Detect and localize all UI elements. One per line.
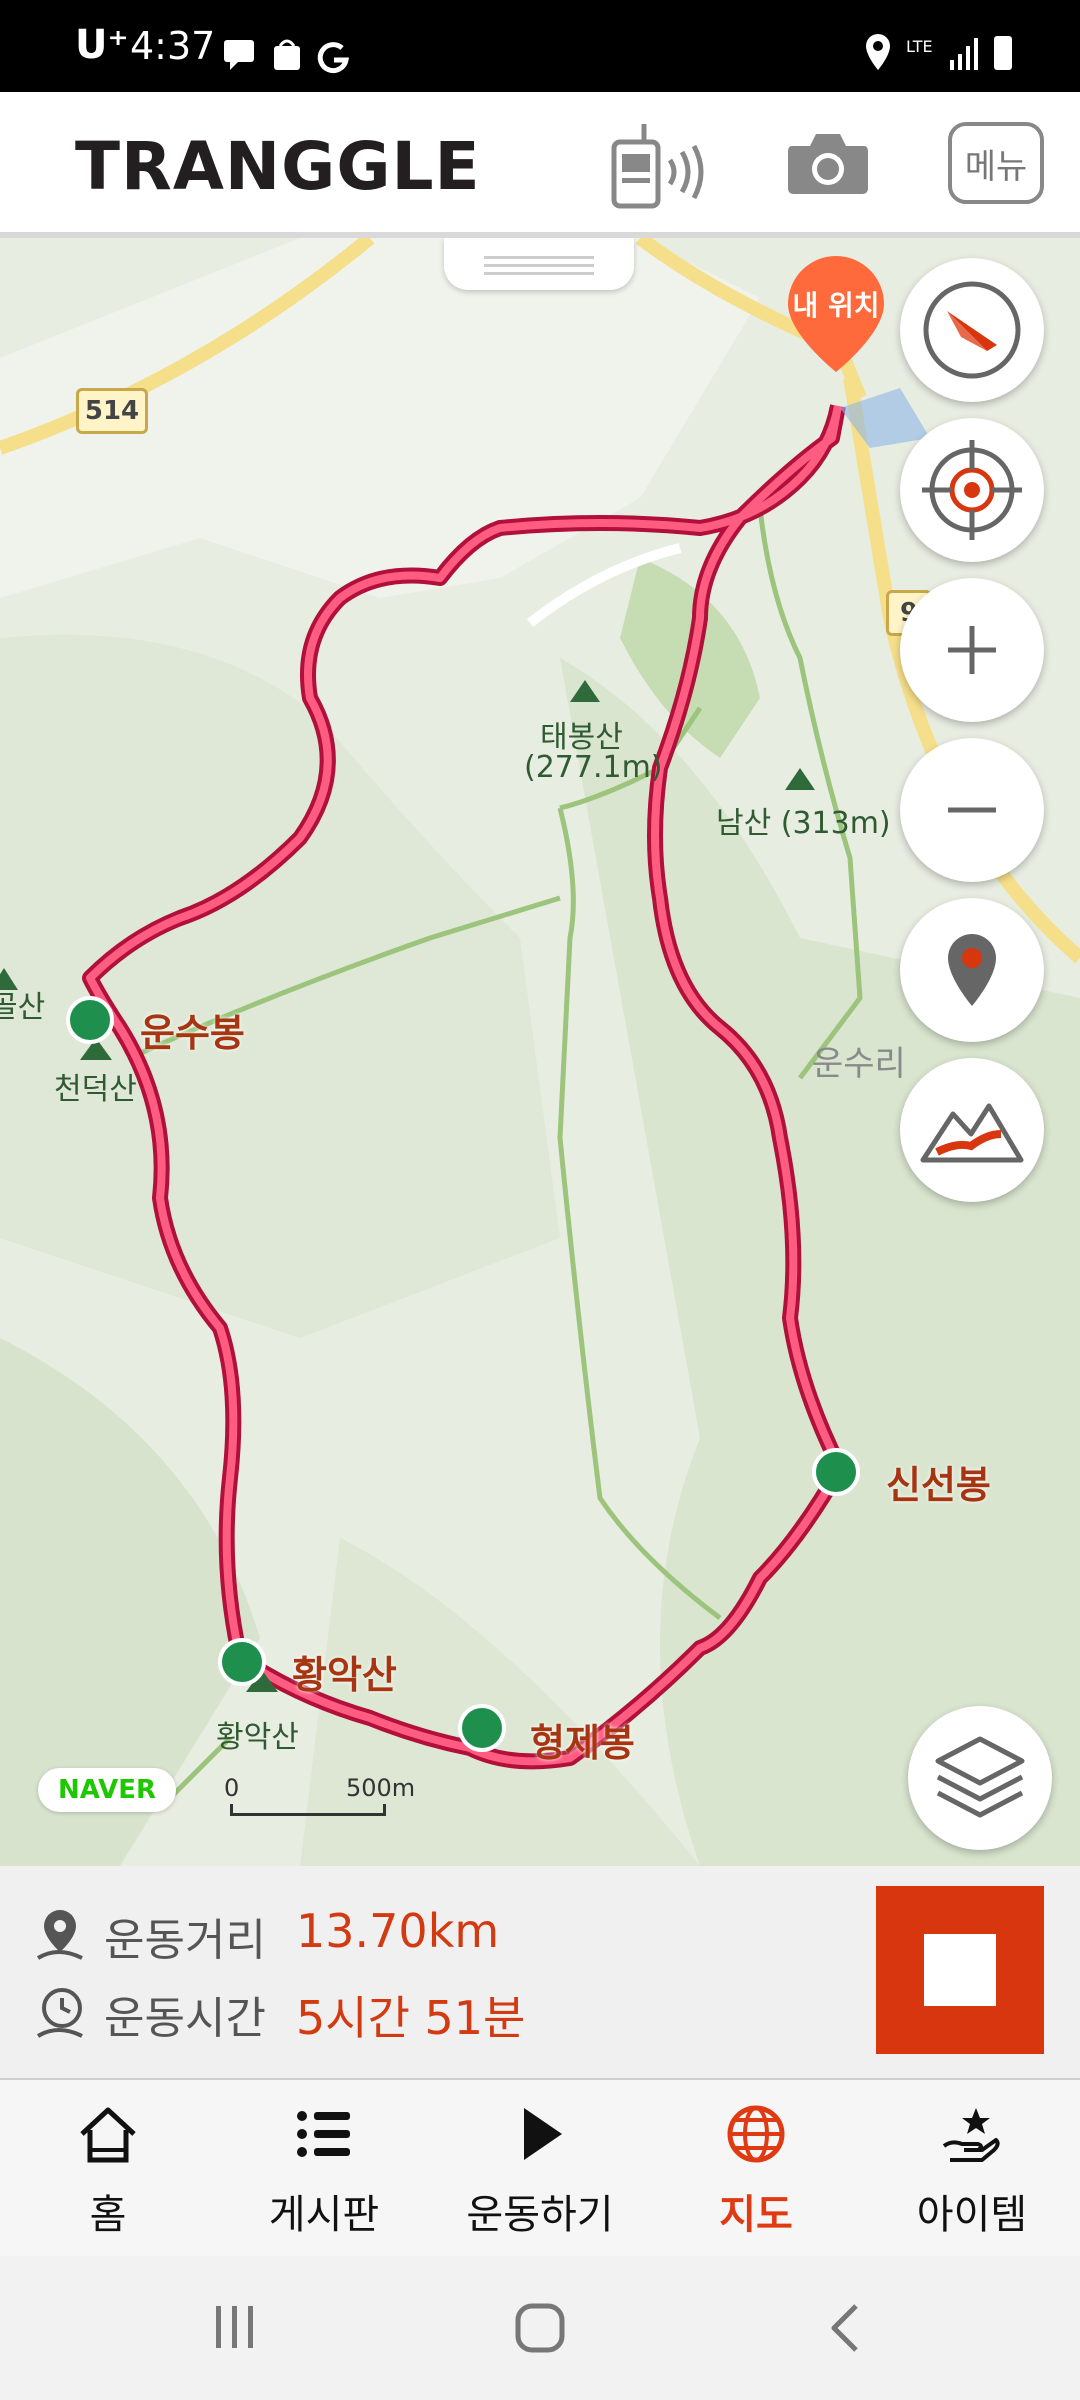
tab-label: 지도 xyxy=(719,2192,793,2238)
minus-icon xyxy=(948,807,996,813)
carrier-label: U⁺ xyxy=(75,22,129,68)
stop-button[interactable] xyxy=(876,1886,1044,2054)
app-header: TRANGGLE 메뉴 xyxy=(0,92,1080,238)
distance-route-icon xyxy=(36,1910,83,1960)
camera-icon[interactable] xyxy=(786,126,870,198)
peak-marker-icon[interactable] xyxy=(458,1704,506,1752)
track-location-button[interactable] xyxy=(900,418,1044,562)
place-label: 천덕산 xyxy=(54,1072,137,1107)
scale-bar xyxy=(230,1804,386,1816)
road-shield-514: 514 xyxy=(76,388,148,434)
distance-value: 13.70km xyxy=(296,1904,500,1958)
workout-stats-panel: 운동거리 13.70km 운동시간 5시간 51분 xyxy=(0,1866,1080,2080)
compass-button[interactable] xyxy=(900,258,1044,402)
system-nav-bar xyxy=(0,2256,1080,2400)
zoom-in-button[interactable] xyxy=(900,578,1044,722)
tab-label: 운동하기 xyxy=(466,2192,614,2238)
map-view[interactable]: 514 9 내 위치 태봉산 (277.1m) 남산 (313m) 천덕산 골산… xyxy=(0,238,1080,1866)
waypoint-button[interactable] xyxy=(900,898,1044,1042)
stop-icon xyxy=(924,1934,996,2006)
place-label: 운수리 xyxy=(812,1044,906,1084)
zoom-out-button[interactable] xyxy=(900,738,1044,882)
tab-label: 게시판 xyxy=(268,2192,380,2238)
bottom-tab-bar: 홈 게시판 운동하기 지도 아이템 xyxy=(0,2080,1080,2256)
item-hand-icon xyxy=(942,2108,1000,2162)
svg-text:LTE: LTE xyxy=(906,37,933,56)
plus-icon xyxy=(948,626,996,674)
peak-label: 신선봉 xyxy=(886,1463,991,1507)
status-bar: U⁺ 4:37 LTE xyxy=(0,0,1080,92)
scale-start-label: 0 xyxy=(224,1774,240,1802)
place-label: 황악산 xyxy=(216,1720,299,1755)
tab-items[interactable]: 아이템 xyxy=(864,2080,1080,2256)
tab-label: 홈 xyxy=(89,2192,127,2238)
distance-label: 운동거리 xyxy=(104,1915,266,1966)
elevation-profile-button[interactable] xyxy=(900,1058,1044,1202)
recent-apps-icon[interactable] xyxy=(210,2302,260,2352)
back-icon[interactable] xyxy=(826,2302,866,2354)
status-time: 4:37 xyxy=(130,24,216,68)
tab-workout[interactable]: 운동하기 xyxy=(432,2080,648,2256)
crosshair-icon xyxy=(922,440,1022,540)
play-icon xyxy=(524,2108,562,2160)
notification-icons xyxy=(224,39,350,74)
peak-label: 운수봉 xyxy=(140,1011,245,1055)
scale-end-label: 500m xyxy=(346,1774,416,1802)
tab-home[interactable]: 홈 xyxy=(0,2080,216,2256)
home-nav-icon[interactable] xyxy=(514,2302,566,2354)
map-layers-button[interactable] xyxy=(908,1706,1052,1850)
menu-button[interactable]: 메뉴 xyxy=(948,122,1044,204)
time-label: 운동시간 xyxy=(104,1993,266,2044)
mountain-graph-icon xyxy=(920,1103,1024,1163)
compass-icon xyxy=(923,281,1021,379)
my-location-label: 내 위치 xyxy=(792,289,880,322)
tab-map[interactable]: 지도 xyxy=(648,2080,864,2256)
app-logo: TRANGGLE xyxy=(75,128,481,205)
map-drag-handle[interactable] xyxy=(444,238,634,290)
place-label: 골산 xyxy=(0,990,46,1025)
time-value: 5시간 51분 xyxy=(296,1991,526,2045)
tab-label: 아이템 xyxy=(916,2192,1028,2238)
home-icon xyxy=(80,2107,136,2163)
peak-marker-icon[interactable] xyxy=(218,1638,266,1686)
system-status-icons: LTE xyxy=(866,34,1012,70)
location-pin-icon xyxy=(948,934,996,1006)
peak-marker-icon[interactable] xyxy=(812,1448,860,1496)
peak-label: 형제봉 xyxy=(530,1721,635,1765)
layers-icon xyxy=(935,1736,1025,1818)
walkie-talkie-icon[interactable] xyxy=(608,120,712,210)
peak-marker-icon[interactable] xyxy=(66,996,114,1044)
clock-icon xyxy=(36,1988,83,2038)
naver-logo: NAVER xyxy=(38,1768,176,1812)
my-location-pin[interactable]: 내 위치 xyxy=(784,254,888,374)
place-label: 남산 (313m) xyxy=(716,806,891,841)
peak-label: 황악산 xyxy=(292,1653,397,1697)
tab-board[interactable]: 게시판 xyxy=(216,2080,432,2256)
globe-icon xyxy=(727,2105,785,2163)
list-icon xyxy=(297,2111,350,2157)
menu-label: 메뉴 xyxy=(964,146,1028,187)
place-label: (277.1m) xyxy=(524,750,663,785)
